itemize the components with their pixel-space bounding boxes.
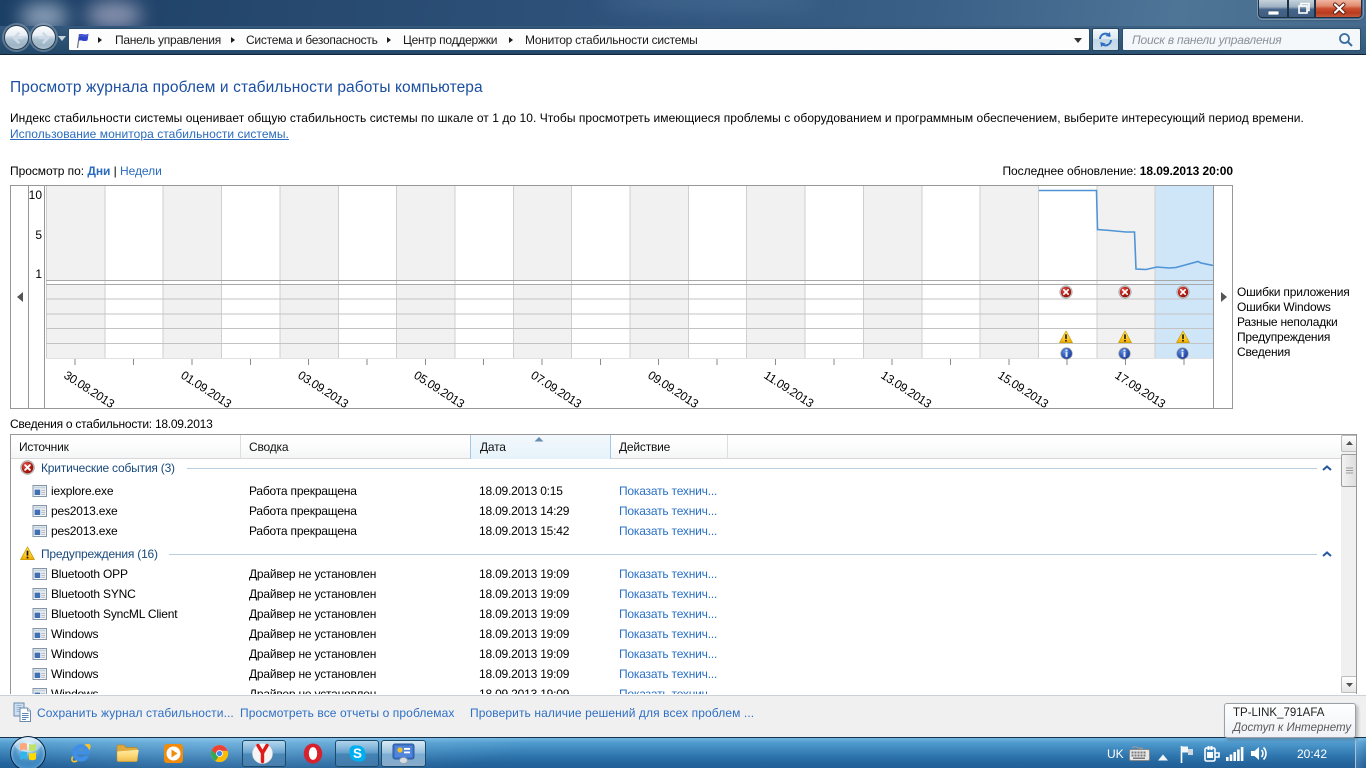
svg-text:S: S (353, 746, 362, 761)
